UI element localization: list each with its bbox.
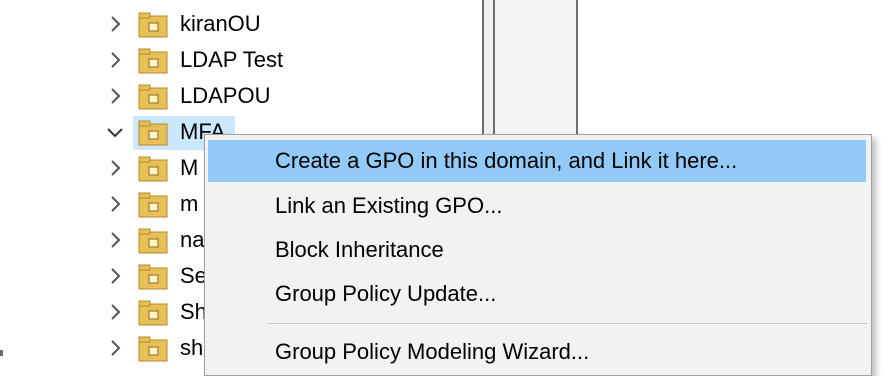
- menu-item-link-existing-gpo[interactable]: Link an Existing GPO...: [208, 185, 866, 227]
- menu-item-group-policy-update[interactable]: Group Policy Update...: [208, 273, 866, 315]
- ou-folder-icon: [138, 120, 168, 146]
- tree-item-label: m: [180, 191, 199, 216]
- chevron-right-icon[interactable]: [104, 265, 126, 287]
- tree-item[interactable]: kiranOU: [0, 7, 480, 43]
- ou-folder-icon: [138, 156, 168, 182]
- menu-item-label: Group Policy Update...: [275, 281, 497, 306]
- chevron-right-icon[interactable]: [104, 301, 126, 323]
- ou-folder-icon: [138, 336, 168, 362]
- ou-folder-icon: [138, 84, 168, 110]
- menu-separator: [267, 323, 867, 324]
- menu-item-label: Link an Existing GPO...: [275, 193, 503, 218]
- menu-item-create-gpo[interactable]: Create a GPO in this domain, and Link it…: [208, 140, 866, 182]
- chevron-down-icon[interactable]: [104, 121, 126, 143]
- tree-item[interactable]: LDAP Test: [0, 43, 480, 79]
- ou-folder-icon: [138, 48, 168, 74]
- menu-item-label: Create a GPO in this domain, and Link it…: [275, 148, 738, 173]
- context-menu: Create a GPO in this domain, and Link it…: [204, 134, 872, 376]
- ou-folder-icon: [138, 264, 168, 290]
- ou-folder-icon: [138, 228, 168, 254]
- menu-item-label: Group Policy Modeling Wizard...: [275, 339, 590, 364]
- ou-folder-icon: [138, 12, 168, 38]
- menu-item-label: Block Inheritance: [275, 237, 444, 262]
- tree-item-label: kiranOU: [180, 11, 261, 36]
- menu-item-modeling-wizard[interactable]: Group Policy Modeling Wizard...: [208, 331, 866, 373]
- tree-line-fragment: [0, 350, 3, 356]
- chevron-right-icon[interactable]: [104, 337, 126, 359]
- tree-item-label: sh: [180, 335, 204, 360]
- chevron-right-icon[interactable]: [104, 49, 126, 71]
- chevron-right-icon[interactable]: [104, 13, 126, 35]
- tree-item-label: LDAP Test: [180, 47, 284, 72]
- tree-item-label: LDAPOU: [180, 83, 271, 108]
- tree-item[interactable]: LDAPOU: [0, 79, 480, 115]
- ou-folder-icon: [138, 192, 168, 218]
- chevron-right-icon[interactable]: [104, 85, 126, 107]
- tree-item-label: M: [180, 155, 199, 180]
- tree-item-label: Se: [180, 263, 207, 288]
- ou-folder-icon: [138, 300, 168, 326]
- chevron-right-icon[interactable]: [104, 157, 126, 179]
- menu-item-block-inheritance[interactable]: Block Inheritance: [208, 229, 866, 271]
- chevron-right-icon[interactable]: [104, 229, 126, 251]
- tree-item-label: Sh: [180, 299, 207, 324]
- tree-item-label: na: [180, 227, 205, 252]
- chevron-right-icon[interactable]: [104, 193, 126, 215]
